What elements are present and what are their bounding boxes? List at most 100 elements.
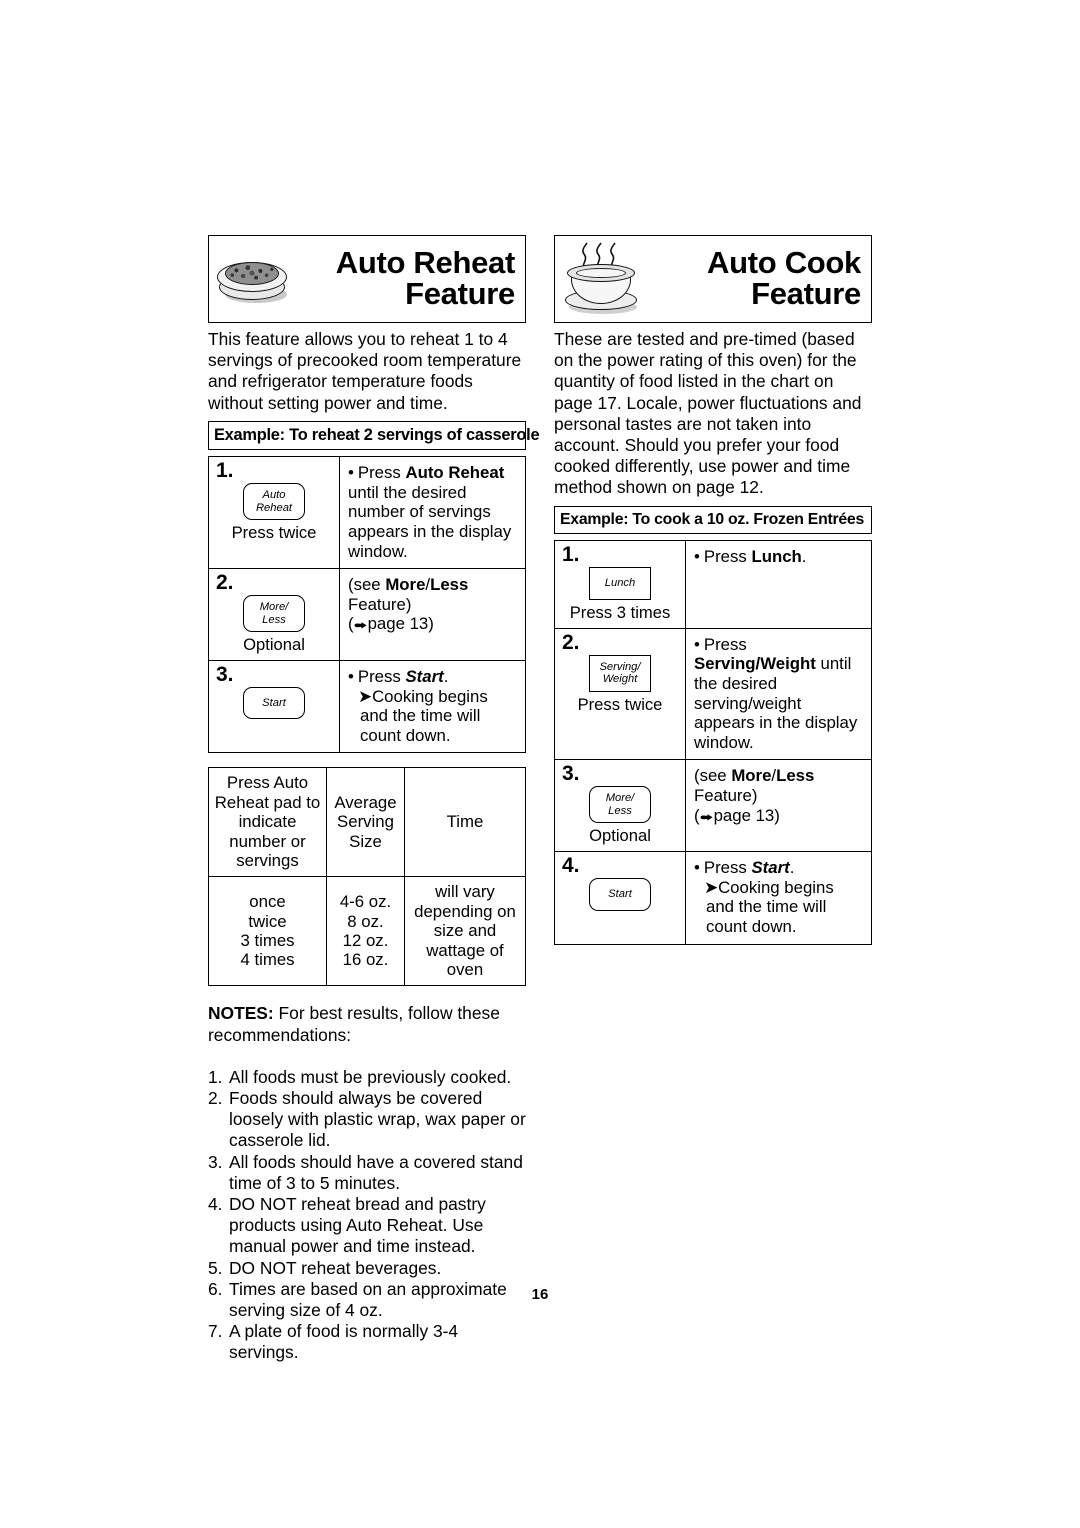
step-text: Press Serving/Weight until the desired s…	[694, 635, 865, 753]
step-text: Press Lunch.	[694, 547, 865, 567]
press-count-1: once	[249, 892, 286, 912]
list-item: 4. DO NOT reheat bread and pastry product…	[208, 1194, 526, 1258]
auto-reheat-intro: This feature allows you to reheat 1 to 4…	[208, 329, 526, 414]
reheat-example-caption: Example: To reheat 2 servings of cassero…	[208, 420, 540, 451]
table-row: 1. Auto Reheat Press twice Press Auto Re…	[208, 456, 526, 570]
reheat-step3-text-cell: Press Start. ➤Cooking begins and the tim…	[339, 659, 526, 754]
cook-example-caption: Example: To cook a 10 oz. Frozen Entrées	[554, 505, 872, 535]
step-text-line2: Feature)	[348, 594, 412, 614]
step-text-bold2: Less	[430, 575, 469, 595]
serving-size-4: 16 oz.	[342, 950, 389, 970]
press-count-2: twice	[248, 911, 287, 931]
key-label-line1: More/	[605, 792, 635, 805]
key-label-line1: Start	[262, 697, 286, 709]
step-text-rest: .	[801, 547, 807, 567]
arrow-icon: ➤	[358, 686, 373, 706]
steaming-bowl-icon	[559, 240, 643, 318]
list-item: 2. Foods should always be covered loosely…	[208, 1088, 526, 1152]
step-text-lead: (see	[348, 575, 386, 595]
banner-title-line2: Feature	[405, 276, 515, 311]
list-item-number: 4.	[208, 1194, 223, 1215]
table-row: 1. Lunch Press 3 times Press Lunch.	[554, 540, 872, 629]
key-label-line1: Start	[608, 888, 632, 901]
step-text: Press Auto Reheat until the desired numb…	[348, 463, 519, 561]
press-instruction: Press 3 times	[569, 602, 671, 622]
notes-list: 1. All foods must be previously cooked. 2…	[208, 1067, 526, 1364]
list-item-number: 7.	[208, 1321, 223, 1342]
step-text: Press Start. ➤Cooking begins and the tim…	[694, 858, 865, 936]
table-row: 3. More/ Less Optional (see More/Less Fe…	[554, 759, 872, 853]
auto-reheat-key-button[interactable]: Auto Reheat	[243, 483, 305, 521]
table-row: once twice 3 times 4 times 4-6 oz. 8 oz.…	[208, 876, 526, 987]
list-item-number: 3.	[208, 1151, 223, 1172]
left-column: Auto Reheat Feature This feature allows …	[208, 235, 540, 1364]
reheat-step2-text-cell: (see More/Less Feature) (page 13)	[339, 568, 526, 661]
step-number: 2.	[216, 571, 234, 595]
cook-step4-pad-cell: 4. Start	[554, 851, 686, 945]
more-less-key-button[interactable]: More/ Less	[243, 595, 305, 632]
step-text-lead: Press	[357, 667, 406, 686]
list-item-text: All foods must be previously cooked.	[229, 1066, 512, 1087]
start-key-button[interactable]: Start	[243, 687, 305, 720]
step-text-arrow-text: Cooking begins and the time will count d…	[360, 686, 488, 745]
step-text-period: .	[789, 858, 795, 878]
size-table-presses-cell: once twice 3 times 4 times	[208, 876, 327, 987]
list-item-text: DO NOT reheat bread and pastry products …	[229, 1194, 486, 1257]
right-column: Auto Cook Feature These are tested and p…	[554, 235, 872, 945]
list-item: 1. All foods must be previously cooked.	[208, 1067, 526, 1088]
step-text-lead: Press	[357, 463, 406, 483]
pointing-hand-icon	[354, 615, 367, 629]
step-text-bold: Auto Reheat	[405, 463, 505, 483]
size-table-header-1: Press Auto Reheat pad to indicate number…	[208, 767, 327, 878]
press-count-3: 3 times	[240, 930, 295, 950]
page-reference: (page 13)	[694, 805, 780, 825]
time-line-1: will vary	[435, 882, 495, 902]
list-item: 7. A plate of food is normally 3-4 servin…	[208, 1321, 526, 1363]
step-text-arrow-line: ➤Cooking begins and the time will count …	[348, 687, 519, 746]
press-instruction: Optional	[243, 635, 305, 654]
step-text-rest: until the desired number of servings app…	[348, 482, 512, 561]
step-text-bold: Lunch	[751, 547, 802, 567]
reheat-step2-pad-cell: 2. More/ Less Optional	[208, 568, 340, 661]
table-row: 3. Start Press Start. ➤Cooking begins an…	[208, 659, 526, 754]
pointing-hand-icon	[700, 807, 713, 821]
lunch-key-button[interactable]: Lunch	[589, 567, 651, 600]
list-item: 3. All foods should have a covered stand …	[208, 1152, 526, 1194]
notes-heading-label: NOTES:	[208, 1003, 274, 1024]
notes-heading: NOTES: For best results, follow these re…	[208, 1003, 526, 1045]
serving-size-2: 8 oz.	[347, 911, 384, 931]
table-row: 2. Serving/ Weight Press twice Press Ser…	[554, 627, 872, 761]
list-item-text: All foods should have a covered stand ti…	[229, 1151, 523, 1193]
size-table-time-cell: will vary depending on size and wattage …	[404, 876, 526, 987]
step-number: 3.	[216, 663, 234, 686]
step-text-lead: Press	[703, 858, 752, 878]
step-text-bold2: Less	[776, 766, 815, 786]
key-label-line2: Less	[608, 804, 632, 817]
auto-reheat-title: Auto Reheat Feature	[297, 247, 519, 311]
start-key-button[interactable]: Start	[589, 878, 651, 911]
cook-step1-text-cell: Press Lunch.	[685, 540, 872, 629]
step-text-lead: (see	[694, 766, 732, 786]
step-text-bolditalic: Start	[405, 667, 444, 686]
cook-step1-pad-cell: 1. Lunch Press 3 times	[554, 540, 686, 629]
cook-step3-pad-cell: 3. More/ Less Optional	[554, 759, 686, 853]
serving-weight-key-button[interactable]: Serving/ Weight	[589, 654, 651, 692]
step-number: 4.	[562, 854, 580, 878]
list-item-text: DO NOT reheat beverages.	[229, 1257, 442, 1278]
list-item-number: 2.	[208, 1088, 223, 1109]
time-line-4: wattage of oven	[426, 940, 504, 980]
page-reference-text: page 13)	[367, 614, 434, 634]
step-text-bold: Serving/Weight	[694, 654, 816, 674]
press-count-4: 4 times	[240, 950, 295, 970]
step-text-line2: Feature)	[694, 785, 758, 805]
plate-of-food-icon	[213, 240, 297, 318]
page-number: 16	[531, 1286, 549, 1303]
key-label-line2: Reheat	[255, 501, 293, 514]
more-less-key-button[interactable]: More/ Less	[589, 786, 651, 824]
list-item-number: 5.	[208, 1257, 223, 1278]
auto-cook-title: Auto Cook Feature	[643, 247, 865, 309]
step-text-arrow-text: Cooking begins and the time will count d…	[706, 877, 834, 936]
list-item-text: Foods should always be covered loosely w…	[229, 1088, 526, 1151]
reheat-step1-pad-cell: 1. Auto Reheat Press twice	[208, 456, 340, 570]
step-text-lead: Press	[703, 634, 747, 654]
